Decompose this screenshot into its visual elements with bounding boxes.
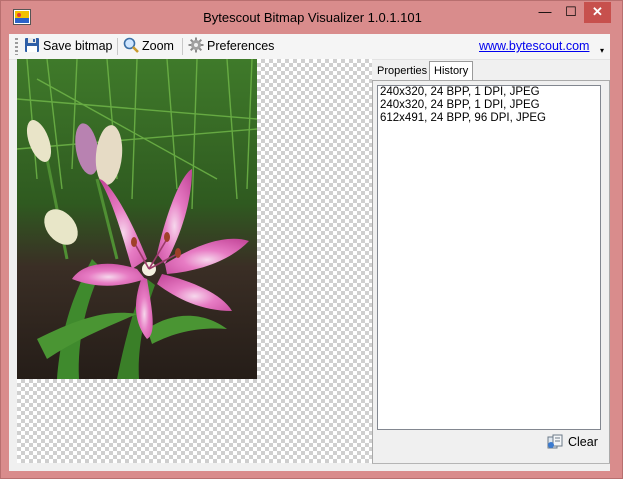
close-button[interactable]: ✕ [584, 2, 611, 23]
toolbar-separator [182, 38, 183, 55]
bitmap-preview-pane[interactable] [17, 59, 372, 463]
tab-properties[interactable]: Properties [373, 63, 431, 80]
bitmap-preview-image [17, 59, 257, 379]
zoom-label: Zoom [142, 39, 174, 53]
history-panel: Properties History 240x320, 24 BPP, 1 DP… [372, 59, 610, 464]
website-link[interactable]: www.bytescout.com [479, 39, 589, 53]
preferences-label: Preferences [207, 39, 275, 53]
clear-icon [547, 433, 568, 452]
magnifier-icon [123, 37, 142, 56]
minimize-button[interactable]: — [532, 2, 558, 23]
panel-bottom-border [372, 463, 610, 464]
clear-button[interactable]: Clear [547, 432, 598, 452]
save-bitmap-label: Save bitmap [43, 39, 113, 53]
window-title: Bytescout Bitmap Visualizer 1.0.1.101 [203, 10, 422, 25]
history-tab-content: 240x320, 24 BPP, 1 DPI, JPEG 240x320, 24… [372, 80, 610, 464]
history-list[interactable]: 240x320, 24 BPP, 1 DPI, JPEG 240x320, 24… [377, 85, 601, 430]
toolbar-overflow-button[interactable]: ▾ [598, 45, 606, 57]
tab-history[interactable]: History [429, 61, 474, 81]
preferences-button[interactable]: Preferences [188, 36, 274, 56]
zoom-button[interactable]: Zoom [123, 36, 174, 56]
gear-icon [188, 37, 207, 56]
tab-strip: Properties History [372, 59, 610, 81]
save-bitmap-button[interactable]: Save bitmap [24, 36, 112, 56]
toolbar: Save bitmap Zoom Preferences www.bytesco… [9, 34, 610, 60]
title-bar[interactable]: Bytescout Bitmap Visualizer 1.0.1.101 — … [1, 1, 623, 34]
history-item[interactable]: 240x320, 24 BPP, 1 DPI, JPEG [378, 99, 600, 112]
toolbar-separator [117, 38, 118, 55]
history-item[interactable]: 240x320, 24 BPP, 1 DPI, JPEG [378, 86, 600, 99]
client-area: Save bitmap Zoom Preferences www.bytesco… [9, 34, 610, 471]
toolbar-grip[interactable] [15, 38, 18, 55]
app-window: Bytescout Bitmap Visualizer 1.0.1.101 — … [0, 0, 623, 479]
maximize-button[interactable]: ☐ [558, 2, 584, 23]
clear-label: Clear [568, 435, 598, 449]
history-item[interactable]: 612x491, 24 BPP, 96 DPI, JPEG [378, 112, 600, 125]
floppy-disk-icon [24, 37, 43, 56]
